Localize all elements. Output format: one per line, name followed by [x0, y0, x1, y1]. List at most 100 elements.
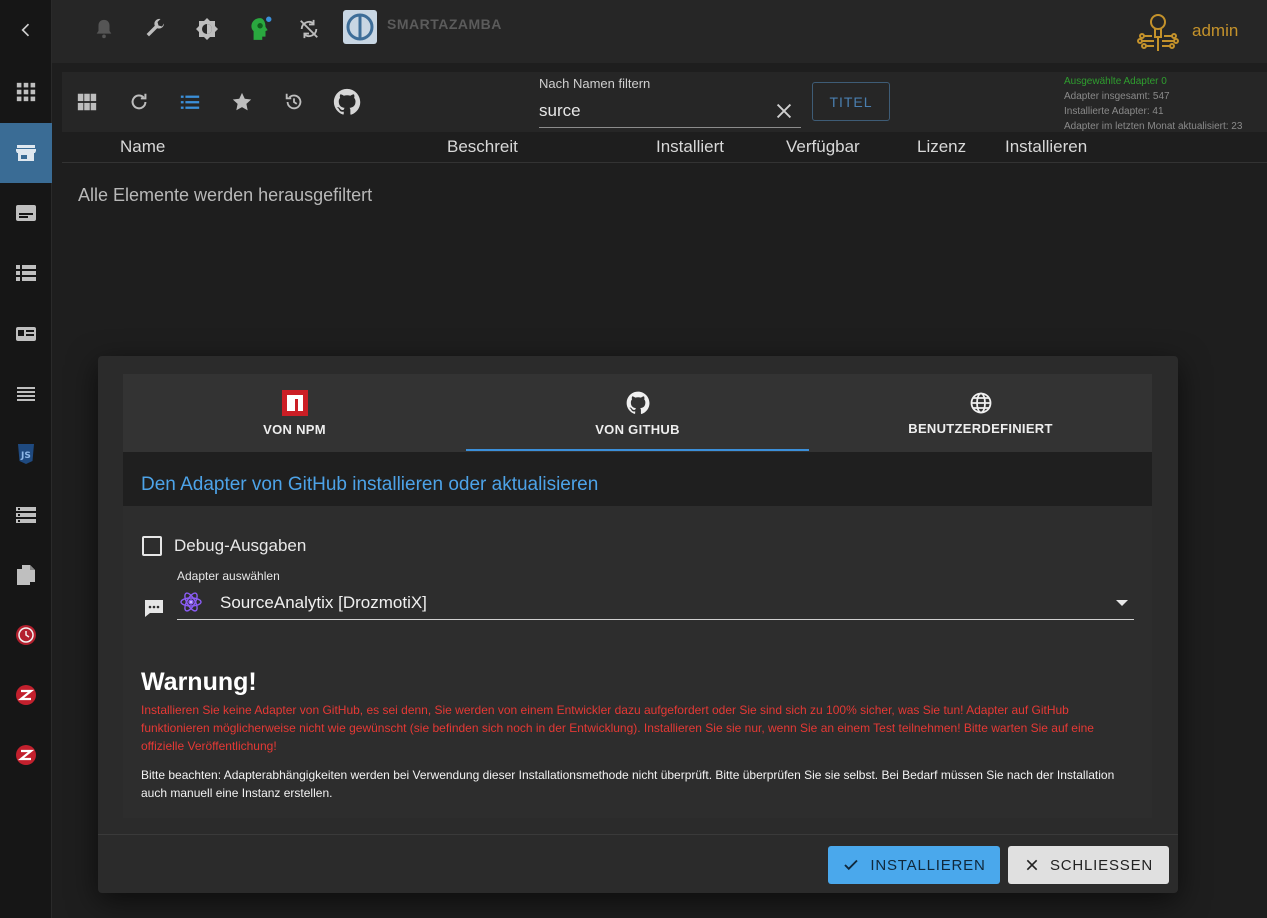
header-divider: [62, 162, 1267, 163]
iobroker-logo-icon: [343, 10, 377, 44]
refresh-button[interactable]: [124, 87, 154, 117]
dialog-content: Debug-Ausgaben Adapter auswählen SourceA…: [123, 506, 1152, 818]
instances-icon: [16, 205, 36, 221]
files-icon: [17, 565, 35, 585]
debug-output-checkbox[interactable]: [142, 536, 162, 556]
column-header-install[interactable]: Installieren: [1005, 137, 1087, 157]
sync-button[interactable]: [295, 15, 323, 43]
tab-github[interactable]: VON GITHUB: [466, 374, 809, 452]
npm-icon: [281, 389, 308, 416]
tab-npm[interactable]: VON NPM: [123, 374, 466, 452]
updated-adapters: Adapter im letzten Monat aktualisiert: 2…: [1064, 121, 1243, 132]
brightness-icon: [196, 18, 218, 40]
sidebar-item-adapters[interactable]: [0, 123, 52, 183]
store-icon: [16, 145, 36, 161]
sidebar-item-zigbee[interactable]: [0, 665, 52, 725]
tile-view-button[interactable]: [72, 87, 102, 117]
column-header-available[interactable]: Verfügbar: [786, 137, 860, 157]
name-filter-input[interactable]: surce: [539, 98, 801, 128]
wrench-button[interactable]: [141, 15, 169, 43]
adapter-select-label: Adapter auswählen: [177, 569, 280, 583]
sidebar-item-enums[interactable]: [0, 304, 52, 364]
sidebar-item-instances[interactable]: [0, 183, 52, 243]
theme-toggle-button[interactable]: [193, 15, 221, 43]
list-view-button[interactable]: [175, 87, 205, 117]
server-icon: [16, 507, 36, 523]
user-name[interactable]: admin: [1192, 21, 1238, 41]
column-header-license[interactable]: Lizenz: [917, 137, 966, 157]
refresh-icon: [131, 93, 147, 110]
sidebar-item-overview[interactable]: [0, 62, 52, 122]
sidebar-item-hosts[interactable]: [0, 485, 52, 545]
tab-github-label: VON GITHUB: [595, 421, 680, 437]
note-text: Bitte beachten: Adapterabhängigkeiten we…: [141, 768, 1115, 800]
circuit-bulb-icon: [1137, 14, 1179, 51]
install-from-github-button[interactable]: [332, 87, 362, 117]
wrench-icon: [146, 18, 165, 37]
dialog-actions-divider: [98, 834, 1178, 835]
dropdown-arrow-icon[interactable]: [1116, 600, 1128, 606]
dialog-title: Den Adapter von GitHub installieren oder…: [141, 474, 599, 495]
sidebar-item-logs[interactable]: [0, 364, 52, 424]
filter-value: surce: [539, 101, 581, 120]
recent-updates-button[interactable]: [279, 87, 309, 117]
clear-filter-icon[interactable]: [773, 100, 795, 122]
adapter-stats: Ausgewählte Adapter 0 Adapter insgesamt:…: [1064, 74, 1242, 134]
sidebar: JS: [0, 0, 52, 918]
column-header-name[interactable]: Name: [120, 137, 165, 157]
tab-npm-label: VON NPM: [263, 421, 326, 437]
card-list-icon: [16, 327, 36, 341]
notifications-button[interactable]: [90, 15, 118, 43]
check-icon: [844, 859, 859, 871]
sidebar-item-files[interactable]: [0, 545, 52, 605]
github-icon: [333, 88, 361, 115]
install-button[interactable]: INSTALLIEREN: [828, 846, 1000, 884]
expert-mode-button[interactable]: [245, 15, 273, 43]
zigbee-icon: [16, 745, 36, 765]
star-icon: [232, 92, 252, 111]
backup-clock-icon: [16, 625, 36, 645]
globe-icon: [970, 392, 991, 413]
collapse-sidebar-button[interactable]: [0, 0, 52, 60]
lines-icon: [17, 387, 35, 401]
sidebar-item-zigbee-2[interactable]: [0, 725, 52, 785]
column-header-installed[interactable]: Installiert: [656, 137, 724, 157]
top-bar: SMARTAZAMBA admin: [52, 0, 1267, 63]
title-filter-button[interactable]: TITEL: [812, 82, 890, 121]
tab-custom-label: BENUTZERDEFINIERT: [908, 420, 1053, 436]
sidebar-item-scripts[interactable]: JS: [0, 424, 52, 484]
close-button-label: SCHLIESSEN: [1049, 856, 1154, 874]
zigbee-icon: [16, 685, 36, 705]
admin-logo: [1134, 8, 1182, 56]
tab-custom[interactable]: BENUTZERDEFINIERT: [809, 374, 1152, 452]
sidebar-item-objects[interactable]: [0, 243, 52, 303]
history-icon: [285, 93, 302, 110]
dialog-body: VON NPM VON GITHUB BENUTZERDEFINIERT Den…: [123, 374, 1152, 818]
empty-list-message: Alle Elemente werden herausgefiltert: [78, 185, 373, 205]
host-name: SMARTAZAMBA: [387, 16, 502, 32]
atom-icon: [180, 592, 202, 612]
sync-off-icon: [300, 19, 318, 39]
javascript-icon: JS: [18, 444, 34, 464]
installed-adapters: Installierte Adapter: 41: [1064, 106, 1164, 117]
grid-icon: [77, 93, 97, 111]
bell-icon: [96, 19, 112, 39]
close-button[interactable]: SCHLIESSEN: [1008, 846, 1169, 884]
list-icon: [16, 265, 36, 281]
warning-text: Installieren Sie keine Adapter von GitHu…: [141, 703, 1094, 753]
github-icon: [626, 391, 649, 414]
adapter-select[interactable]: SourceAnalytix [DrozmotiX]: [177, 586, 1134, 620]
comment-icon: [145, 600, 163, 617]
column-header-description[interactable]: Beschreit: [447, 137, 518, 157]
iobroker-logo: [343, 10, 377, 44]
selected-adapters: Ausgewählte Adapter 0: [1064, 76, 1167, 87]
install-button-label: INSTALLIEREN: [870, 856, 986, 874]
active-tab-indicator: [466, 449, 809, 451]
total-adapters: Adapter insgesamt: 547: [1064, 91, 1170, 102]
list-icon: [180, 95, 200, 109]
favorites-button[interactable]: [227, 87, 257, 117]
expert-head-icon: [251, 16, 272, 40]
sidebar-item-backitup[interactable]: [0, 605, 52, 665]
filter-label: Nach Namen filtern: [539, 76, 651, 91]
debug-output-label[interactable]: Debug-Ausgaben: [174, 536, 306, 556]
